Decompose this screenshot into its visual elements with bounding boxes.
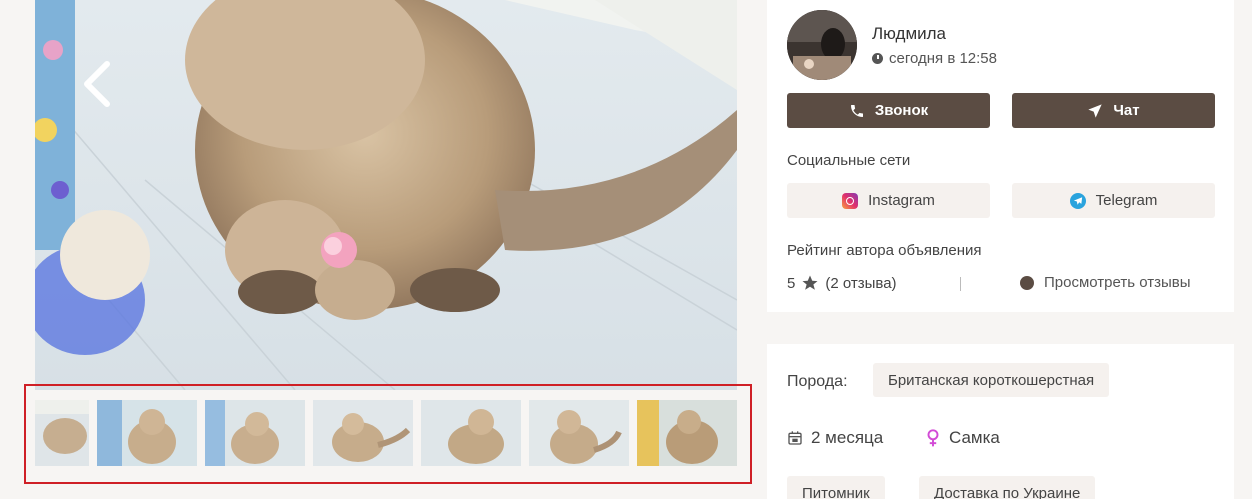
gender-value: Самка xyxy=(949,428,1000,447)
instagram-label: Instagram xyxy=(868,192,935,209)
thumbnail-4[interactable] xyxy=(313,400,413,466)
divider xyxy=(960,277,961,291)
cat-photo xyxy=(35,0,737,390)
thumbnail-strip xyxy=(24,384,752,484)
telegram-button[interactable]: Telegram xyxy=(1012,183,1215,218)
thumbnail-7[interactable] xyxy=(637,400,737,466)
rating-summary: 5 (2 отзыва) xyxy=(787,274,897,292)
social-title: Социальные сети xyxy=(787,152,911,169)
telegram-label: Telegram xyxy=(1095,192,1158,209)
rating-score: 5 xyxy=(787,274,796,292)
age-value: 2 месяца xyxy=(811,428,884,447)
thumbnail-6[interactable] xyxy=(529,400,629,466)
view-reviews-label: Просмотреть отзывы xyxy=(1044,274,1191,291)
thumbnail-1[interactable] xyxy=(35,400,89,466)
thumbnail-2[interactable] xyxy=(97,400,197,466)
instagram-icon xyxy=(842,192,859,209)
chat-button[interactable]: Чат xyxy=(1012,93,1215,128)
details-card: Порода: Британская короткошерстная 2 мес… xyxy=(767,344,1234,499)
call-button[interactable]: Звонок xyxy=(787,93,990,128)
reviews-count: (2 отзыва) xyxy=(825,274,897,292)
chat-button-label: Чат xyxy=(1113,102,1140,119)
tag-nursery[interactable]: Питомник xyxy=(787,476,885,499)
call-button-label: Звонок xyxy=(874,102,929,119)
star-icon xyxy=(802,275,818,290)
rating-title: Рейтинг автора объявления xyxy=(787,242,982,259)
gender-attribute: Самка xyxy=(925,428,1000,448)
thumbnail-3[interactable] xyxy=(205,400,305,466)
send-icon xyxy=(1088,103,1103,118)
previous-photo-arrow-icon[interactable] xyxy=(75,58,119,110)
calendar-icon xyxy=(788,431,802,445)
thumbnail-5[interactable] xyxy=(421,400,521,466)
seller-card: Людмила сегодня в 12:58 Звонок Чат Социа… xyxy=(767,0,1234,312)
post-time-text: сегодня в 12:58 xyxy=(889,50,997,67)
main-photo[interactable] xyxy=(35,0,737,390)
phone-icon xyxy=(850,104,863,117)
comment-icon xyxy=(1020,275,1034,290)
tag-delivery[interactable]: Доставка по Украине xyxy=(919,476,1096,499)
seller-name[interactable]: Людмила xyxy=(872,24,946,44)
breed-label: Порода: xyxy=(787,373,848,390)
post-time: сегодня в 12:58 xyxy=(872,50,997,67)
clock-icon xyxy=(872,53,883,64)
breed-tag[interactable]: Британская короткошерстная xyxy=(873,363,1110,397)
listing-page: Людмила сегодня в 12:58 Звонок Чат Социа… xyxy=(0,0,1252,499)
view-reviews-link[interactable]: Просмотреть отзывы xyxy=(1020,274,1191,291)
avatar[interactable] xyxy=(787,10,857,80)
telegram-icon xyxy=(1069,192,1086,209)
age-attribute: 2 месяца xyxy=(787,428,883,448)
instagram-button[interactable]: Instagram xyxy=(787,183,990,218)
female-icon xyxy=(927,429,939,447)
